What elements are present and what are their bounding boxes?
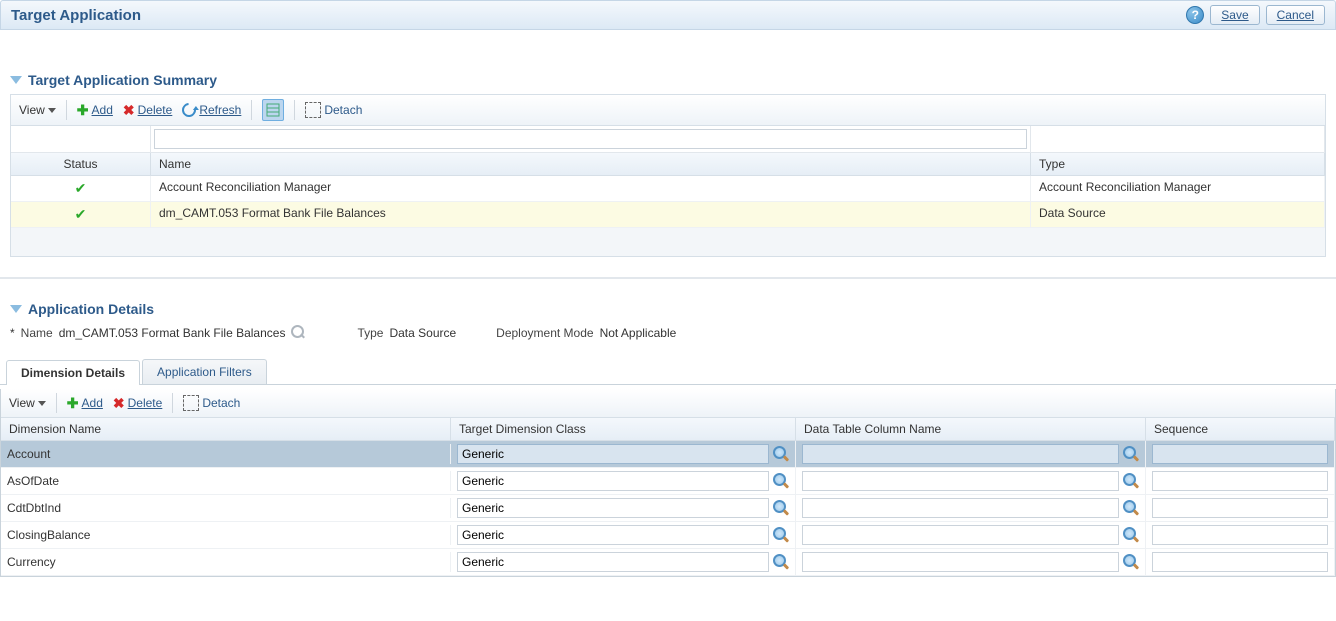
target-class-input[interactable] [457, 444, 769, 464]
chevron-down-icon [38, 401, 46, 406]
type-value: Data Source [389, 326, 456, 340]
name-value: dm_CAMT.053 Format Bank File Balances [59, 326, 286, 340]
sequence-input[interactable] [1152, 525, 1328, 545]
dim-row[interactable]: CdtDbtInd [1, 495, 1335, 522]
search-icon[interactable] [291, 325, 307, 341]
filter-row [11, 126, 1325, 153]
col-status[interactable]: Status [11, 153, 151, 175]
sequence-input[interactable] [1152, 552, 1328, 572]
dim-name-cell: ClosingBalance [1, 525, 451, 545]
dim-name-cell: CdtDbtInd [1, 498, 451, 518]
page-title: Target Application [11, 7, 141, 24]
check-icon: ✔ [75, 206, 87, 223]
search-icon[interactable] [773, 500, 789, 516]
target-class-input[interactable] [457, 471, 769, 491]
search-icon[interactable] [1123, 446, 1139, 462]
page-header: Target Application ? Save Cancel [0, 0, 1336, 30]
search-icon[interactable] [1123, 473, 1139, 489]
tab-application-filters[interactable]: Application Filters [142, 359, 267, 384]
dimension-panel: View ✚ Add ✖ Delete Detach Dimension Nam… [0, 389, 1336, 577]
col-dimension-name[interactable]: Dimension Name [1, 418, 451, 440]
dim-row[interactable]: AsOfDate [1, 468, 1335, 495]
grid-icon [266, 103, 280, 117]
sequence-input[interactable] [1152, 498, 1328, 518]
delete-button[interactable]: ✖ Delete [113, 395, 162, 412]
detach-icon [183, 395, 199, 411]
search-icon[interactable] [773, 473, 789, 489]
data-table-col-input[interactable] [802, 552, 1119, 572]
search-icon[interactable] [1123, 554, 1139, 570]
dim-row[interactable]: Currency [1, 549, 1335, 576]
details-title: Application Details [28, 301, 154, 317]
table-header-row: Status Name Type [11, 153, 1325, 176]
search-icon[interactable] [773, 527, 789, 543]
delete-button[interactable]: ✖ Delete [123, 102, 172, 119]
col-type[interactable]: Type [1031, 153, 1325, 175]
summary-table: Status Name Type ✔ Account Reconciliatio… [10, 125, 1326, 257]
data-table-col-input[interactable] [802, 498, 1119, 518]
dim-header-row: Dimension Name Target Dimension Class Da… [1, 418, 1335, 441]
sequence-input[interactable] [1152, 444, 1328, 464]
details-section: Application Details * Name dm_CAMT.053 F… [0, 277, 1336, 577]
col-name[interactable]: Name [151, 153, 1031, 175]
check-icon: ✔ [75, 180, 87, 197]
dim-name-cell: Account [1, 444, 451, 464]
search-icon[interactable] [1123, 527, 1139, 543]
view-menu[interactable]: View [19, 103, 56, 117]
view-menu[interactable]: View [9, 396, 46, 410]
chevron-down-icon [48, 108, 56, 113]
col-data-table-column[interactable]: Data Table Column Name [796, 418, 1146, 440]
refresh-icon [179, 100, 199, 120]
disclose-icon[interactable] [10, 76, 22, 84]
x-icon: ✖ [123, 102, 135, 119]
dim-row[interactable]: Account [1, 441, 1335, 468]
save-button[interactable]: Save [1210, 5, 1259, 25]
summary-title: Target Application Summary [28, 72, 217, 88]
col-target-class[interactable]: Target Dimension Class [451, 418, 796, 440]
tab-dimension-details[interactable]: Dimension Details [6, 360, 140, 385]
data-table-col-input[interactable] [802, 471, 1119, 491]
summary-header: Target Application Summary [10, 70, 1326, 90]
search-icon[interactable] [773, 554, 789, 570]
data-table-col-input[interactable] [802, 525, 1119, 545]
dim-row[interactable]: ClosingBalance [1, 522, 1335, 549]
detach-button[interactable]: Detach [183, 395, 240, 411]
grid-options-button[interactable] [262, 99, 284, 121]
details-tabs: Dimension Details Application Filters [0, 359, 1336, 385]
add-button[interactable]: ✚ Add [67, 395, 103, 412]
search-icon[interactable] [1123, 500, 1139, 516]
detach-button[interactable]: Detach [305, 102, 362, 118]
add-button[interactable]: ✚ Add [77, 102, 113, 119]
details-header: Application Details [0, 299, 1336, 319]
summary-section: Target Application Summary View ✚ Add ✖ … [0, 70, 1336, 267]
dimension-toolbar: View ✚ Add ✖ Delete Detach [1, 389, 1335, 418]
table-row[interactable]: ✔ dm_CAMT.053 Format Bank File Balances … [11, 202, 1325, 228]
refresh-button[interactable]: Refresh [182, 103, 241, 117]
help-icon[interactable]: ? [1186, 6, 1204, 24]
table-row[interactable]: ✔ Account Reconciliation Manager Account… [11, 176, 1325, 202]
cancel-button[interactable]: Cancel [1266, 5, 1325, 25]
target-class-input[interactable] [457, 498, 769, 518]
deploy-label: Deployment Mode [496, 326, 593, 340]
disclose-icon[interactable] [10, 305, 22, 313]
plus-icon: ✚ [77, 102, 89, 119]
details-meta: * Name dm_CAMT.053 Format Bank File Bala… [0, 319, 1336, 347]
type-label: Type [357, 326, 383, 340]
x-icon: ✖ [113, 395, 125, 412]
target-class-input[interactable] [457, 525, 769, 545]
name-filter-input[interactable] [154, 129, 1027, 149]
data-table-col-input[interactable] [802, 444, 1119, 464]
name-label: Name [21, 326, 53, 340]
target-class-input[interactable] [457, 552, 769, 572]
summary-toolbar: View ✚ Add ✖ Delete Refresh Detach [10, 94, 1326, 125]
search-icon[interactable] [773, 446, 789, 462]
plus-icon: ✚ [67, 395, 79, 412]
deploy-value: Not Applicable [600, 326, 677, 340]
sequence-input[interactable] [1152, 471, 1328, 491]
col-sequence[interactable]: Sequence [1146, 418, 1335, 440]
dim-name-cell: Currency [1, 552, 451, 572]
dim-name-cell: AsOfDate [1, 471, 451, 491]
detach-icon [305, 102, 321, 118]
